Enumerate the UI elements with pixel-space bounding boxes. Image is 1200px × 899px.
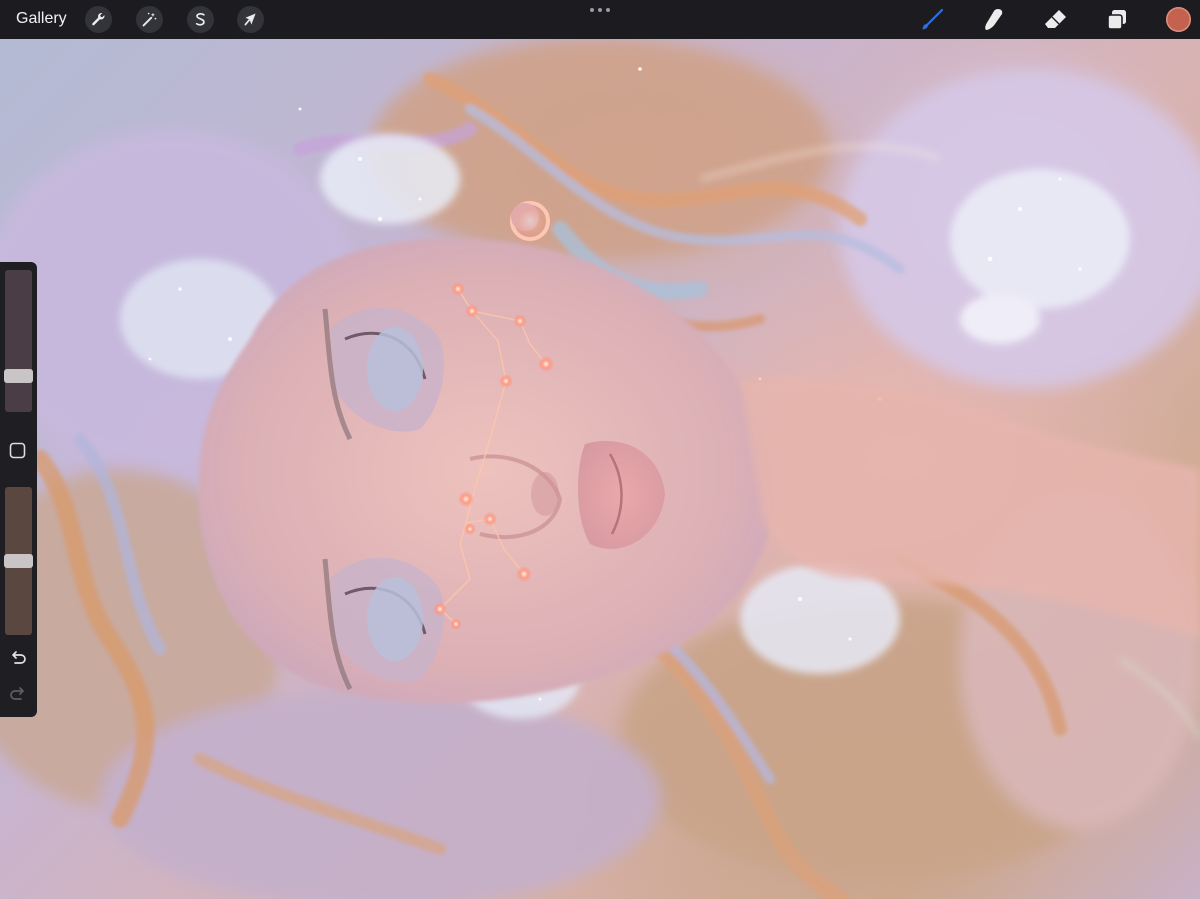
smudge-tool-button[interactable] bbox=[981, 7, 1007, 33]
selection-s-icon bbox=[195, 12, 205, 26]
layers-button[interactable] bbox=[1104, 7, 1130, 33]
redo-button[interactable] bbox=[8, 684, 28, 704]
adjustments-wand-button[interactable] bbox=[136, 6, 163, 33]
color-swatch-button[interactable] bbox=[1166, 7, 1191, 32]
eraser-icon bbox=[1045, 10, 1066, 28]
top-toolbar: Gallery bbox=[0, 0, 1200, 39]
gallery-button[interactable]: Gallery bbox=[16, 9, 67, 29]
brush-size-slider-thumb[interactable] bbox=[4, 369, 33, 383]
wrench-icon bbox=[92, 13, 105, 26]
square-modify-icon bbox=[9, 442, 26, 459]
drawing-canvas[interactable] bbox=[0, 39, 1200, 899]
modify-button[interactable] bbox=[9, 442, 26, 459]
brush-size-slider[interactable] bbox=[4, 270, 33, 412]
layers-icon bbox=[1107, 10, 1126, 30]
artwork-illustration bbox=[0, 39, 1200, 899]
brush-tool-button[interactable] bbox=[919, 7, 945, 33]
undo-arrow-icon bbox=[12, 651, 26, 664]
redo-arrow-icon bbox=[10, 687, 24, 700]
transform-button[interactable] bbox=[237, 6, 264, 33]
actions-wrench-button[interactable] bbox=[85, 6, 112, 33]
selection-button[interactable] bbox=[187, 6, 214, 33]
brush-opacity-slider-thumb[interactable] bbox=[4, 554, 33, 568]
left-sidebar bbox=[0, 262, 37, 717]
magic-wand-icon bbox=[142, 12, 157, 27]
eraser-tool-button[interactable] bbox=[1043, 7, 1069, 33]
brush-icon bbox=[922, 8, 944, 30]
arrow-cursor-icon bbox=[244, 13, 256, 26]
undo-button[interactable] bbox=[8, 648, 28, 668]
smudge-finger-icon bbox=[985, 9, 1003, 30]
brush-opacity-slider[interactable] bbox=[4, 487, 33, 635]
ellipsis-icon[interactable] bbox=[590, 8, 610, 14]
